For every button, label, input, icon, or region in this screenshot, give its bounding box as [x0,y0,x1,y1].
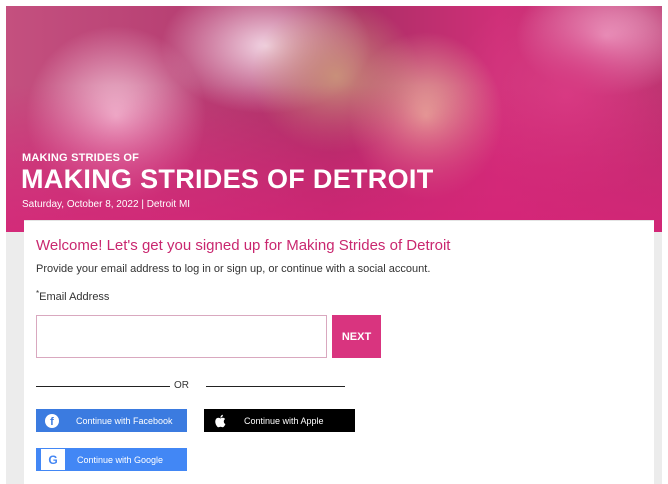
email-label: *Email Address [36,289,110,303]
signup-instructions: Provide your email address to log in or … [36,263,431,275]
welcome-heading: Welcome! Let's get you signed up for Mak… [36,237,451,254]
event-date-location: Saturday, October 8, 2022 | Detroit MI [22,199,191,210]
continue-with-apple-button[interactable]: Continue with Apple [204,409,355,432]
next-button[interactable]: NEXT [332,315,381,358]
facebook-button-label: Continue with Facebook [76,415,173,426]
continue-with-google-button[interactable]: G Continue with Google [36,448,187,471]
signup-card: Welcome! Let's get you signed up for Mak… [24,220,654,484]
hero-eyebrow: MAKING STRIDES OF [22,152,140,164]
google-button-label: Continue with Google [77,454,164,465]
google-icon: G [41,449,65,470]
required-mark: * [36,289,40,298]
facebook-icon: f [40,410,64,431]
or-separator: OR [174,380,189,391]
apple-button-label: Continue with Apple [244,415,324,426]
email-label-text: Email Address [39,291,110,303]
page: MAKING STRIDES OF MAKING STRIDES OF DETR… [6,6,662,484]
divider-left [36,386,170,387]
apple-icon [208,410,232,431]
event-title: MAKING STRIDES OF DETROIT [21,164,434,194]
hero-banner: MAKING STRIDES OF MAKING STRIDES OF DETR… [6,6,662,232]
continue-with-facebook-button[interactable]: f Continue with Facebook [36,409,187,432]
divider-right [206,386,345,387]
email-field[interactable] [36,315,327,358]
